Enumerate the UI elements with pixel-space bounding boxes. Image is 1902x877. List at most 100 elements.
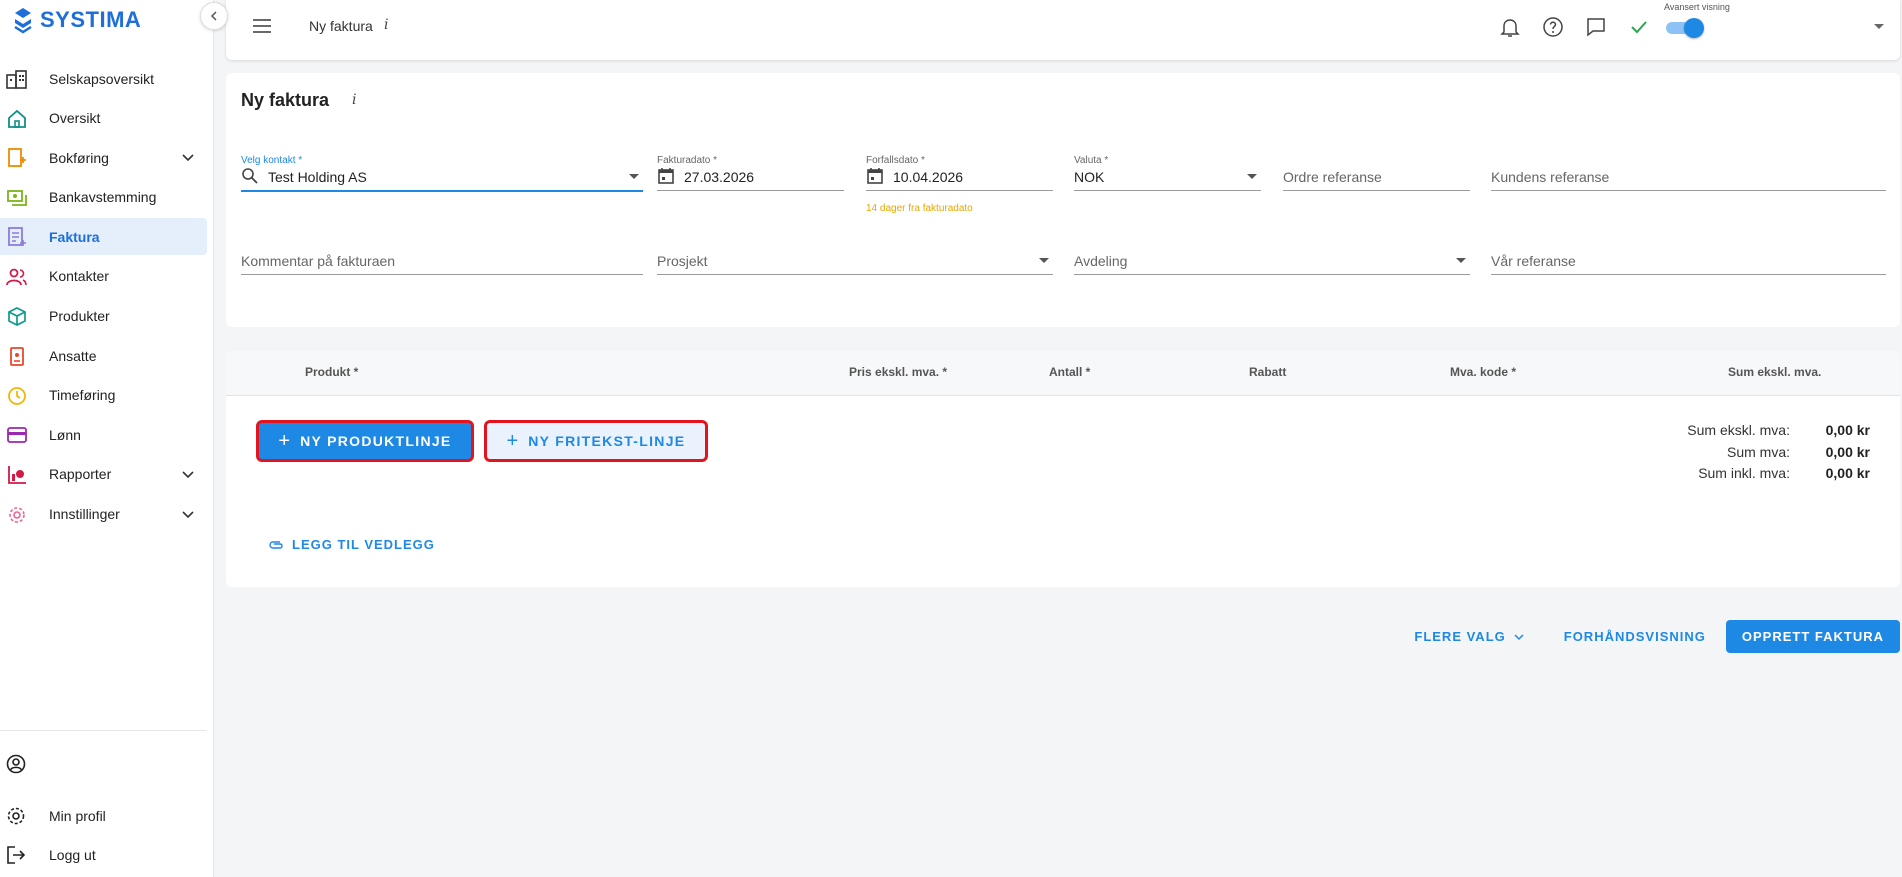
sidebar-item-lonn[interactable]: Lønn: [0, 416, 207, 453]
sidebar-item-innstillinger[interactable]: Innstillinger: [0, 496, 207, 533]
comment-field[interactable]: Kommentar på fakturaen: [241, 239, 643, 275]
sidebar-item-label: Logg ut: [49, 846, 96, 863]
add-freetext-line-button[interactable]: + NY FRITEKST-LINJE: [484, 420, 708, 462]
sidebar-item-label: Lønn: [49, 426, 81, 443]
due-date-hint: 14 dager fra fakturadato: [866, 203, 973, 214]
bell-icon[interactable]: [1499, 16, 1521, 38]
preview-button[interactable]: FORHÅNDSVISNING: [1564, 629, 1706, 644]
sidebar-item-label: Kontakter: [49, 268, 109, 285]
sidebar-item-bokforing[interactable]: Bokføring: [0, 139, 207, 176]
project-placeholder: Prosjekt: [657, 253, 708, 269]
create-invoice-button[interactable]: OPPRETT FAKTURA: [1725, 620, 1900, 653]
sidebar-item-label: Faktura: [49, 228, 100, 245]
sidebar-bottom: Min profil Logg ut: [0, 730, 207, 874]
info-icon[interactable]: i: [384, 17, 388, 33]
advanced-view-label: Avansert visning: [1664, 2, 1730, 12]
lines-table-header: Produkt * Pris ekskl. mva. * Antall * Ra…: [226, 351, 1900, 396]
systima-logo[interactable]: SYSTIMA: [12, 6, 141, 34]
invoice-lines-card: Produkt * Pris ekskl. mva. * Antall * Ra…: [226, 351, 1900, 587]
invoice-sums: Sum ekskl. mva: 0,00 kr Sum mva: 0,00 kr…: [1630, 422, 1870, 487]
logout-icon: [7, 846, 26, 864]
sum-row: Sum mva: 0,00 kr: [1630, 444, 1870, 466]
dropdown-arrow-icon: [1247, 174, 1257, 179]
sidebar-item-timeforing[interactable]: Timeføring: [0, 377, 207, 414]
sidebar-item-ansatte[interactable]: Ansatte: [0, 337, 207, 374]
sum-value: 0,00 kr: [1825, 422, 1870, 438]
calendar-icon[interactable]: [657, 167, 675, 185]
sidebar-item-label: Bokføring: [49, 149, 109, 166]
sidebar-item-rapporter[interactable]: Rapporter: [0, 456, 207, 493]
sidebar-item-min-profil[interactable]: Min profil: [0, 796, 207, 835]
add-attachment-button[interactable]: LEGG TIL VEDLEGG: [268, 537, 435, 552]
currency-select[interactable]: Valuta * NOK: [1074, 155, 1261, 191]
search-icon: [242, 168, 258, 184]
sidebar-item-oversikt[interactable]: Oversikt: [0, 100, 207, 137]
clock-icon: [8, 386, 26, 405]
our-reference-field[interactable]: Vår referanse: [1491, 239, 1886, 275]
paperclip-icon: [269, 540, 283, 549]
account-menu[interactable]: [0, 744, 207, 783]
customer-reference-field[interactable]: Kundens referanse: [1491, 155, 1886, 191]
more-options-button[interactable]: FLERE VALG: [1414, 629, 1524, 644]
brand-name: SYSTIMA: [40, 7, 142, 32]
top-actions: Avansert visning: [1478, 0, 1890, 54]
ledger-icon: [8, 148, 26, 168]
buildings-icon: [6, 70, 27, 89]
preview-label: FORHÅNDSVISNING: [1563, 629, 1706, 644]
people-icon: [6, 268, 27, 286]
sidebar-item-bankavstemming[interactable]: Bankavstemming: [0, 179, 207, 216]
advanced-view-toggle[interactable]: Avansert visning: [1660, 0, 1890, 54]
chevron-down-icon: [182, 510, 194, 518]
sidebar-item-label: Oversikt: [49, 110, 101, 127]
toggle-knob: [1684, 18, 1704, 38]
box-icon: [8, 306, 26, 326]
department-select[interactable]: Avdeling: [1074, 239, 1470, 275]
add-product-line-button[interactable]: + NY PRODUKTLINJE: [256, 420, 474, 462]
sidebar-item-kontakter[interactable]: Kontakter: [0, 258, 207, 295]
chat-icon[interactable]: [1585, 16, 1607, 38]
collapse-sidebar-button[interactable]: [200, 2, 228, 30]
invoice-date-field[interactable]: Fakturadato * 27.03.2026: [657, 155, 844, 191]
invoice-icon: [8, 227, 26, 247]
toggle-switch[interactable]: [1666, 18, 1704, 38]
gear-icon: [9, 506, 25, 523]
calendar-icon[interactable]: [866, 167, 884, 185]
info-icon[interactable]: i: [352, 92, 356, 108]
currency-label: Valuta *: [1074, 155, 1109, 166]
sum-label: Sum mva:: [1726, 443, 1790, 460]
sum-label: Sum ekskl. mva:: [1687, 422, 1790, 438]
sum-value: 0,00 kr: [1825, 443, 1870, 460]
check-icon[interactable]: [1628, 16, 1650, 38]
customer-reference-placeholder: Kundens referanse: [1491, 169, 1610, 185]
sidebar: SYSTIMA Selskapsoversikt Oversikt Bokfør…: [0, 0, 228, 877]
chevron-down-icon: [1514, 633, 1524, 640]
contact-label: Velg kontakt *: [241, 155, 303, 166]
menu-icon[interactable]: [252, 18, 272, 34]
dropdown-arrow-icon: [1039, 258, 1049, 263]
chart-icon: [8, 465, 26, 484]
sidebar-item-label: Innstillinger: [49, 506, 120, 523]
sidebar-item-faktura[interactable]: Faktura: [0, 218, 207, 256]
sidebar-item-label: Timeføring: [49, 387, 116, 404]
sidebar-item-selskapsoversikt[interactable]: Selskapsoversikt: [0, 60, 207, 97]
sidebar-item-label: Bankavstemming: [49, 189, 157, 206]
plus-icon: +: [278, 429, 291, 452]
dropdown-arrow-icon[interactable]: [1874, 24, 1884, 29]
top-bar: Ny faktura i Avansert visning: [226, 0, 1900, 60]
sidebar-item-label: Produkter: [49, 308, 110, 325]
order-reference-field[interactable]: Ordre referanse: [1283, 155, 1470, 191]
sidebar-item-logg-ut[interactable]: Logg ut: [0, 835, 207, 874]
invoice-date-label: Fakturadato *: [657, 155, 718, 166]
bank-icon: [7, 189, 27, 206]
sidebar-item-produkter[interactable]: Produkter: [0, 298, 207, 335]
help-icon[interactable]: [1542, 16, 1564, 38]
chevron-down-icon: [182, 154, 194, 162]
project-select[interactable]: Prosjekt: [657, 239, 1053, 275]
add-freetext-line-label: NY FRITEKST-LINJE: [528, 433, 686, 449]
contact-select[interactable]: Velg kontakt * Test Holding AS: [241, 155, 643, 192]
add-attachment-label: LEGG TIL VEDLEGG: [292, 537, 435, 552]
dropdown-arrow-icon: [1456, 258, 1466, 263]
sum-label: Sum inkl. mva:: [1698, 465, 1790, 481]
due-date-field[interactable]: Forfallsdato * 10.04.2026: [866, 155, 1053, 191]
account-circle-icon: [6, 754, 26, 774]
